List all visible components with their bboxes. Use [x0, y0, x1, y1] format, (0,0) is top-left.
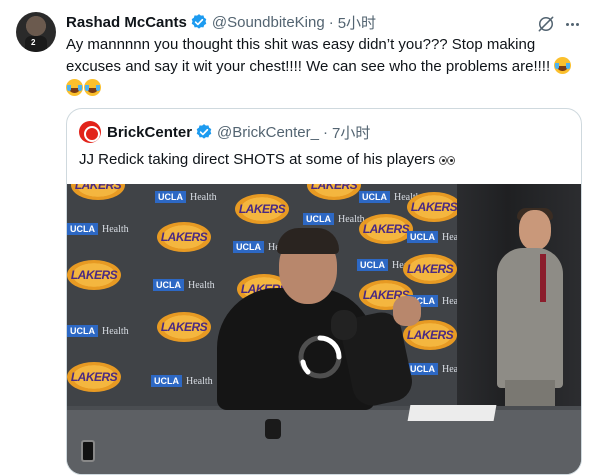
lakers-logo: LAKERS	[67, 362, 121, 392]
face-with-tears-of-joy-icon	[84, 79, 101, 96]
quote-text: JJ Redick taking direct SHOTS at some of…	[79, 151, 435, 168]
tweet-text: Ay mannnnn you thought this shit was eas…	[66, 36, 551, 75]
lakers-logo: LAKERS	[157, 312, 211, 342]
tweet-header: Rashad McCants @SoundbiteKing · 5小时	[66, 12, 376, 32]
more-icon[interactable]	[562, 14, 582, 34]
quote-timestamp: 7小时	[331, 124, 371, 142]
verified-badge-icon	[191, 14, 207, 29]
lakers-logo: LAKERS	[403, 254, 457, 284]
press-table	[67, 406, 581, 474]
grok-icon[interactable]	[536, 14, 556, 34]
tweet-body: Ay mannnnn you thought this shit was eas…	[66, 34, 586, 100]
staff-member-head	[519, 210, 551, 250]
author-avatar[interactable]: 2	[16, 12, 56, 52]
lakers-logo: LAKERS	[67, 260, 121, 290]
ucla-health-logo: UCLAHealth	[151, 188, 221, 206]
avatar-jersey	[25, 36, 47, 52]
staff-member-body	[497, 248, 563, 388]
lakers-logo: LAKERS	[235, 194, 289, 224]
quoted-tweet[interactable]: BrickCenter @BrickCenter_ · 7小时 JJ Redic…	[66, 108, 582, 475]
header-separator: ·	[328, 13, 334, 31]
lakers-logo: LAKERS	[307, 184, 361, 200]
ucla-health-logo: UCLAHealth	[67, 220, 133, 238]
eyes-icon	[439, 156, 448, 165]
quote-author-handle: @BrickCenter_	[217, 123, 319, 141]
tweet-timestamp[interactable]: 5小时	[338, 12, 376, 33]
video-player[interactable]: LAKERS UCLA Health LAKERS UCLA Health LAKE…	[67, 184, 581, 474]
quote-author-avatar	[79, 121, 101, 143]
ucla-health-logo: UCLAHealth	[67, 322, 133, 340]
lakers-logo: LAKERS	[157, 222, 211, 252]
quote-author-name: BrickCenter	[107, 123, 193, 141]
coach-hand	[393, 296, 421, 326]
eyes-icon	[447, 156, 456, 165]
avatar-jersey-number: 2	[31, 38, 36, 47]
video-control-button[interactable]	[81, 440, 95, 462]
ucla-health-logo: UCLAHealth	[299, 210, 369, 228]
clip-object	[265, 419, 281, 439]
face-with-tears-of-joy-icon	[554, 57, 572, 74]
ucla-health-logo: UCLAHealth	[147, 372, 217, 390]
verified-badge-icon	[196, 124, 212, 139]
tweet-card[interactable]: 2 Rashad McCants @SoundbiteKing · 5小时 Ay…	[0, 0, 598, 475]
coach-hair	[277, 228, 339, 254]
quote-header: BrickCenter @BrickCenter_ · 7小时	[79, 121, 370, 143]
quote-body: JJ Redick taking direct SHOTS at some of…	[79, 149, 456, 171]
quote-header-separator: ·	[322, 123, 328, 141]
staff-member-tie	[540, 254, 546, 302]
author-handle[interactable]: @SoundbiteKing	[212, 14, 325, 31]
author-name[interactable]: Rashad McCants	[66, 14, 187, 31]
loading-spinner-icon	[298, 335, 342, 379]
lakers-logo: LAKERS	[71, 184, 125, 200]
paper-sheet	[407, 405, 497, 421]
face-with-tears-of-joy-icon	[66, 79, 83, 96]
lakers-logo: LAKERS	[407, 192, 461, 222]
ucla-health-logo: UCLAHealth	[149, 276, 219, 294]
